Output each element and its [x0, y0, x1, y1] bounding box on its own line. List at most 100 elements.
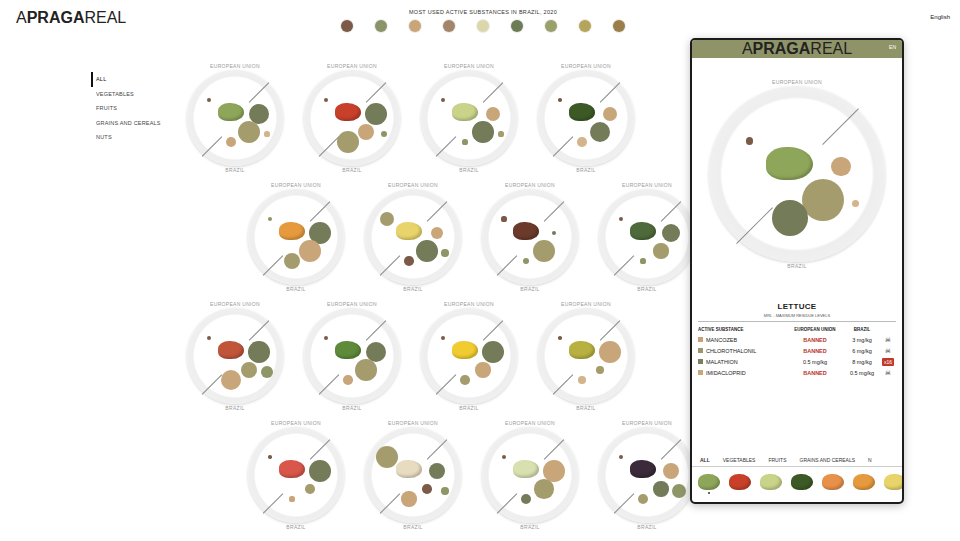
residue-bubble	[416, 240, 438, 262]
residue-bubble	[343, 375, 353, 385]
residue-bubble	[662, 224, 680, 242]
food-thumbnail[interactable]	[884, 474, 902, 494]
plate[interactable]: EUROPEAN UNIONBRAZIL	[248, 420, 344, 530]
residue-bubble	[365, 103, 388, 126]
residue-bubble	[299, 240, 321, 262]
plate-circle	[599, 189, 695, 285]
residue-bubble	[663, 463, 679, 479]
plate-circle	[304, 70, 400, 166]
divider-line	[600, 82, 621, 103]
plate-circle	[421, 70, 517, 166]
plate[interactable]: EUROPEAN UNIONBRAZIL	[482, 420, 578, 530]
selected-dot	[801, 492, 803, 494]
plate[interactable]: EUROPEAN UNIONBRAZIL	[709, 79, 885, 269]
legend-dot[interactable]	[511, 20, 523, 32]
divider-line	[483, 320, 504, 341]
residue-bubble	[404, 256, 414, 266]
substance-name: IMIDACLOPRID	[706, 370, 746, 376]
food-thumbnail[interactable]	[760, 474, 782, 494]
legend-dot[interactable]	[409, 20, 421, 32]
detail-phone: APRAGAREALENEUROPEAN UNIONBRAZILLETTUCEM…	[690, 38, 904, 504]
plate-label-bottom: BRAZIL	[286, 286, 305, 292]
food-picture	[766, 147, 814, 180]
residue-bubble	[596, 366, 603, 373]
plate[interactable]: EUROPEAN UNIONBRAZIL	[365, 182, 461, 292]
plate[interactable]: EUROPEAN UNIONBRAZIL	[599, 182, 695, 292]
substance-swatch	[698, 359, 703, 364]
plate[interactable]: EUROPEAN UNIONBRAZIL	[187, 63, 283, 173]
category-tab[interactable]: GRAINS AND CEREALS	[800, 453, 856, 466]
category-tab[interactable]: ALL	[700, 453, 710, 467]
residue-bubble	[590, 122, 611, 143]
divider-line	[249, 320, 270, 341]
plate-label-top: EUROPEAN UNION	[210, 301, 260, 307]
divider-line	[553, 136, 574, 157]
residue-bubble	[238, 121, 261, 144]
brazil-level: 0.5 mg/kg	[844, 370, 880, 376]
legend-dot[interactable]	[613, 20, 625, 32]
plate-circle	[304, 308, 400, 404]
sidebar-item[interactable]: VEGETABLES	[93, 87, 187, 102]
plate[interactable]: EUROPEAN UNIONBRAZIL	[421, 63, 517, 173]
sidebar-item[interactable]: FRUITS	[93, 101, 187, 116]
residue-bubble	[401, 491, 416, 506]
food-thumbnail[interactable]	[791, 474, 813, 494]
plate-label-top: EUROPEAN UNION	[327, 301, 377, 307]
plate[interactable]: EUROPEAN UNIONBRAZIL	[187, 301, 283, 411]
plate[interactable]: EUROPEAN UNIONBRAZIL	[538, 301, 634, 411]
residue-bubble	[284, 253, 300, 269]
legend-dot[interactable]	[375, 20, 387, 32]
sidebar-item[interactable]: NUTS	[93, 130, 187, 145]
residue-bubble	[441, 98, 446, 103]
category-tab[interactable]: N	[868, 453, 872, 466]
plate[interactable]: EUROPEAN UNIONBRAZIL	[248, 182, 344, 292]
legend-dot[interactable]	[477, 20, 489, 32]
legend-dot[interactable]	[443, 20, 455, 32]
legend-dot[interactable]	[545, 20, 557, 32]
plate[interactable]: EUROPEAN UNIONBRAZIL	[482, 182, 578, 292]
chart-title: MOST USED ACTIVE SUBSTANCES IN BRAZIL, 2…	[409, 9, 557, 15]
plate-label-bottom: BRAZIL	[225, 167, 244, 173]
food-picture	[452, 103, 478, 121]
residue-bubble	[619, 217, 623, 221]
legend-dot[interactable]	[579, 20, 591, 32]
residue-bubble	[501, 216, 506, 221]
plate[interactable]: EUROPEAN UNIONBRAZIL	[421, 301, 517, 411]
thumbnail-picture	[884, 474, 902, 490]
food-thumbnails	[692, 467, 902, 502]
plate[interactable]: EUROPEAN UNIONBRAZIL	[599, 420, 695, 530]
language-switch[interactable]: EN	[889, 44, 896, 50]
divider-line	[600, 320, 621, 341]
flag-cell: x16	[880, 358, 896, 366]
food-thumbnail[interactable]	[698, 474, 720, 494]
plate-circle	[482, 427, 578, 523]
mrl-table: ACTIVE SUBSTANCEEUROPEAN UNIONBRAZILMANC…	[698, 325, 896, 378]
plate[interactable]: EUROPEAN UNIONBRAZIL	[304, 63, 400, 173]
category-tab[interactable]: FRUITS	[768, 453, 786, 466]
language-switch[interactable]: English	[930, 14, 950, 63]
flag-cell: ☠	[880, 347, 896, 355]
food-thumbnail[interactable]	[853, 474, 875, 494]
residue-bubble	[523, 258, 529, 264]
legend-dot[interactable]	[341, 20, 353, 32]
plate-label-bottom: BRAZIL	[787, 263, 806, 269]
sidebar-item[interactable]: GRAINS AND CEREALS	[93, 116, 187, 131]
residue-bubble	[207, 98, 211, 102]
eu-level: 0.5 mg/kg	[786, 359, 844, 365]
divider-line	[736, 207, 773, 244]
plate[interactable]: EUROPEAN UNIONBRAZIL	[304, 301, 400, 411]
sidebar-item[interactable]: ALL	[91, 72, 187, 87]
logo[interactable]: APRAGAREAL	[742, 40, 852, 58]
food-thumbnail[interactable]	[822, 474, 844, 494]
substance-name: MANCOZEB	[706, 337, 737, 343]
phone-footer: ALL VEGETABLES FRUITS GRAINS AND CEREALS N	[692, 453, 902, 502]
logo[interactable]: APRAGAREAL	[16, 9, 341, 63]
plate-grid: EUROPEAN UNIONBRAZILEUROPEAN UNIONBRAZIL…	[187, 63, 695, 530]
category-tab[interactable]: VEGETABLES	[723, 453, 756, 466]
food-thumbnail[interactable]	[729, 474, 751, 494]
plate[interactable]: EUROPEAN UNIONBRAZIL	[365, 420, 461, 530]
selected-dot	[708, 492, 710, 494]
residue-bubble	[376, 446, 399, 469]
plate[interactable]: EUROPEAN UNIONBRAZIL	[538, 63, 634, 173]
divider-line	[202, 374, 223, 395]
